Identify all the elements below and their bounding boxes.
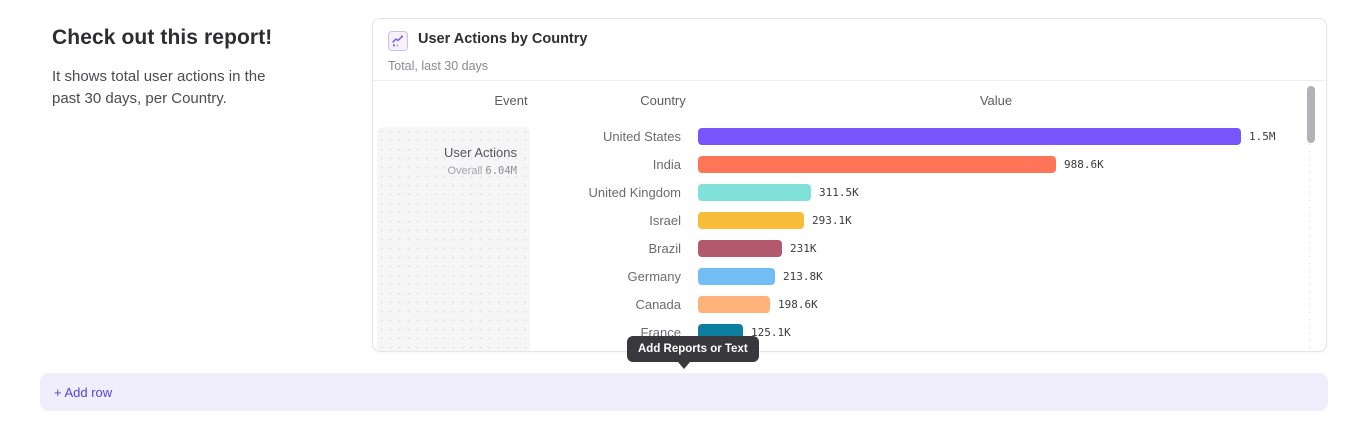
value-label: 198.6K	[778, 298, 818, 311]
chart-row: France125.1K	[373, 318, 1306, 346]
value-label: 988.6K	[1064, 158, 1104, 171]
chart-row: Brazil 231K	[373, 234, 1306, 262]
chart-row: United Kingdom 311.5K	[373, 178, 1306, 206]
tooltip-label: Add Reports or Text	[638, 343, 748, 355]
value-bar[interactable]	[698, 156, 1056, 173]
intro-block: Check out this report! It shows total us…	[52, 26, 332, 110]
chart-rows: United States 1.5M India 988.6K United Kingd…	[373, 122, 1306, 346]
chart-row: Canada 198.6K	[373, 290, 1306, 318]
scrollbar-track[interactable]	[1306, 85, 1316, 350]
value-label: 231K	[790, 242, 817, 255]
chart-row: Israel 293.1K	[373, 206, 1306, 234]
value-bar[interactable]	[698, 212, 804, 229]
chart-row: India 988.6K	[373, 150, 1306, 178]
value-label: 311.5K	[819, 186, 859, 199]
report-card[interactable]: User Actions by Country Total, last 30 d…	[372, 18, 1327, 352]
value-bar[interactable]	[698, 128, 1241, 145]
chart-row: United States 1.5M	[373, 122, 1306, 150]
value-bar[interactable]	[698, 184, 811, 201]
report-table: Event Country Value User Actions Overall…	[373, 81, 1326, 352]
country-label: Germany	[373, 269, 681, 284]
value-bar[interactable]	[698, 240, 782, 257]
chart-row: Germany 213.8K	[373, 262, 1306, 290]
country-label: United States	[373, 129, 681, 144]
country-label: Israel	[373, 213, 681, 228]
value-bar[interactable]	[698, 296, 770, 313]
page-title: Check out this report!	[52, 26, 332, 50]
insights-chart-icon	[388, 31, 408, 51]
scrollbar-thumb[interactable]	[1307, 86, 1315, 143]
country-label: Brazil	[373, 241, 681, 256]
add-reports-tooltip: Add Reports or Text	[627, 336, 759, 362]
column-header-value: Value	[980, 93, 1012, 108]
country-label: India	[373, 157, 681, 172]
report-card-header: User Actions by Country Total, last 30 d…	[373, 19, 1326, 81]
country-label: Canada	[373, 297, 681, 312]
column-header-event: Event	[494, 93, 527, 108]
column-header-country: Country	[640, 93, 686, 108]
value-label: 213.8K	[783, 270, 823, 283]
report-title: User Actions by Country	[418, 31, 587, 47]
tooltip-arrow-icon	[678, 362, 690, 369]
value-label: 293.1K	[812, 214, 852, 227]
add-row-button[interactable]: + Add row	[40, 373, 1328, 411]
page-description: It shows total user actions in the past …	[52, 66, 297, 110]
add-row-label: + Add row	[54, 385, 112, 400]
country-label: United Kingdom	[373, 185, 681, 200]
report-subtitle: Total, last 30 days	[388, 59, 488, 73]
value-bar[interactable]	[698, 268, 775, 285]
value-label: 1.5M	[1249, 130, 1276, 143]
